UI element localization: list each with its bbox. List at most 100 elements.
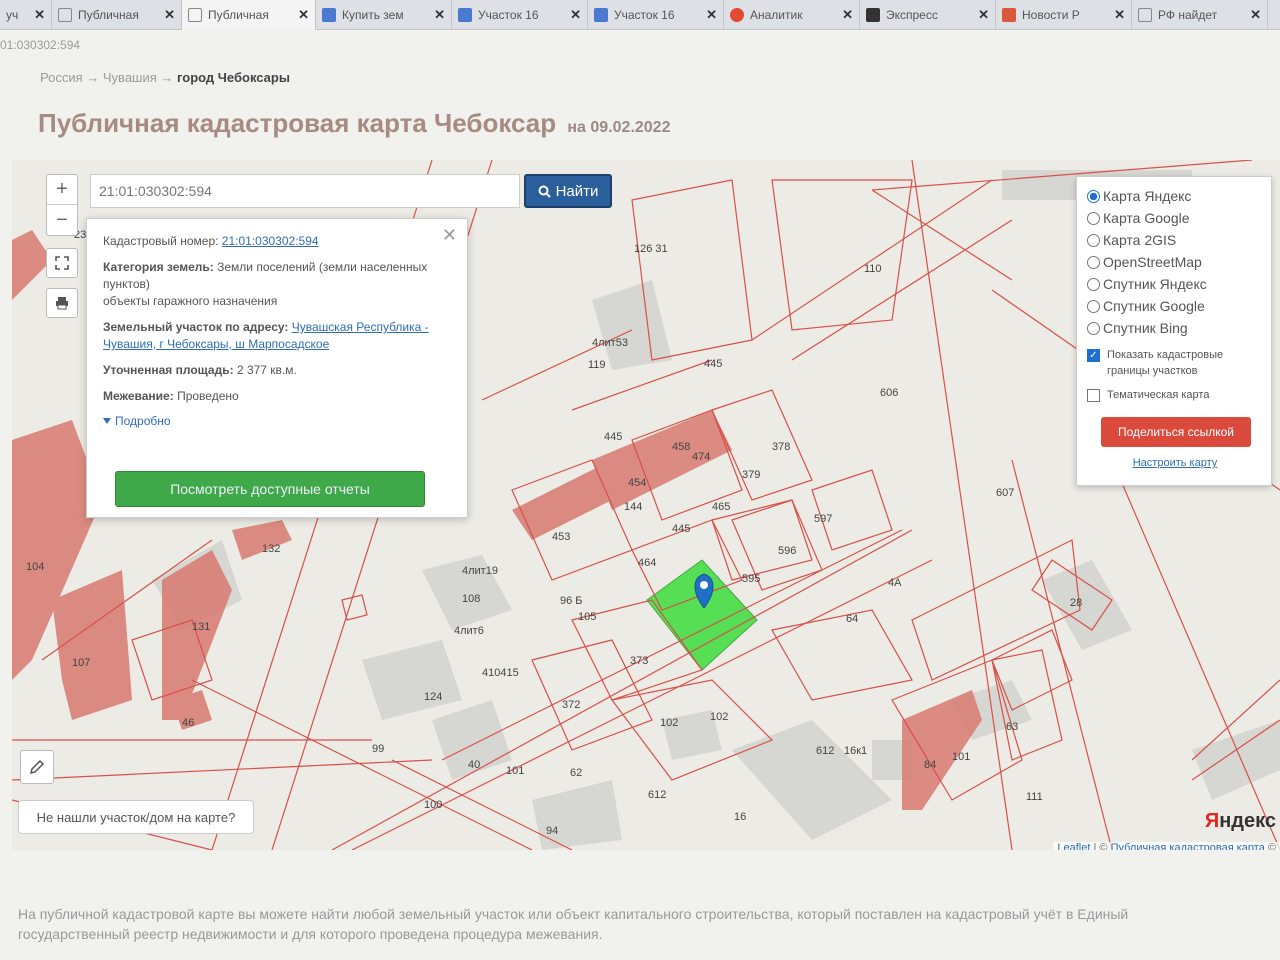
layer-option-google-map[interactable]: Карта Google — [1087, 207, 1263, 229]
layer-option-2gis-map[interactable]: Карта 2GIS — [1087, 229, 1263, 251]
map-label: 606 — [880, 387, 898, 399]
zoom-out-button[interactable]: − — [47, 205, 77, 235]
browser-tab[interactable]: Экспресс ✕ — [860, 0, 996, 30]
cadastral-number-link[interactable]: 21:01:030302:594 — [222, 234, 319, 248]
map-label: 465 — [712, 501, 730, 513]
breadcrumb: Россия → Чувашия → город Чебоксары — [40, 70, 290, 85]
map-label: 63 — [1006, 721, 1018, 733]
browser-tab[interactable]: Новости Р ✕ — [996, 0, 1132, 30]
print-button[interactable] — [46, 288, 78, 318]
map-label: 108 — [462, 593, 480, 605]
checkbox-icon[interactable] — [1087, 389, 1100, 402]
fullscreen-button[interactable] — [46, 248, 78, 278]
search-button[interactable]: Найти — [524, 174, 612, 208]
land-category-row: Категория земель: Земли поселений (земли… — [103, 259, 451, 310]
radio-icon[interactable] — [1087, 255, 1100, 269]
browser-tab[interactable]: Участок 16 ✕ — [588, 0, 724, 30]
tab-title: РФ найдет — [1158, 8, 1218, 22]
browser-tab[interactable]: Аналитик ✕ — [724, 0, 860, 30]
address-row: Земельный участок по адресу: Чувашская Р… — [103, 319, 451, 353]
layer-switcher-panel: Карта Яндекс Карта Google Карта 2GIS Ope… — [1076, 176, 1272, 486]
breadcrumb-country[interactable]: Россия — [40, 70, 83, 85]
map-label: 445 — [672, 523, 690, 535]
close-icon[interactable]: ✕ — [1250, 7, 1261, 23]
close-icon[interactable]: ✕ — [298, 7, 309, 23]
map-label: 84 — [924, 759, 936, 771]
site-favicon-icon — [730, 8, 744, 22]
layer-option-osm[interactable]: OpenStreetMap — [1087, 251, 1263, 273]
attribution-separator: | © — [1093, 842, 1108, 850]
map-label: 16 — [734, 811, 746, 823]
radio-icon[interactable] — [1087, 211, 1100, 225]
land-use-value: объекты гаражного назначения — [103, 294, 278, 308]
layer-option-bing-satellite[interactable]: Спутник Bing — [1087, 317, 1263, 339]
map-label: 16к1 — [844, 745, 867, 757]
cadastral-map[interactable]: 126 31 110 445 606 119 4лит53 445 458 47… — [12, 160, 1280, 850]
radio-icon[interactable] — [1087, 321, 1100, 335]
close-icon[interactable]: ✕ — [1114, 7, 1125, 23]
close-icon[interactable]: ✕ — [570, 7, 581, 23]
layer-option-yandex-map[interactable]: Карта Яндекс — [1087, 185, 1263, 207]
close-icon[interactable]: ✕ — [164, 7, 175, 23]
zoom-in-button[interactable]: + — [47, 175, 77, 205]
thematic-map-checkbox[interactable]: Тематическая карта — [1087, 387, 1263, 403]
breadcrumb-separator: → — [86, 70, 100, 85]
show-boundaries-checkbox[interactable]: ✓ Показать кадастровые границы участков — [1087, 347, 1263, 379]
browser-tab[interactable]: Купить зем ✕ — [316, 0, 452, 30]
survey-row: Межевание: Проведено — [103, 388, 451, 405]
yandex-logo-rest: ндекс — [1219, 810, 1276, 832]
map-label: 607 — [996, 487, 1014, 499]
map-label: 595 — [742, 573, 760, 585]
browser-tab[interactable]: уч ✕ — [0, 0, 52, 30]
checkbox-checked-icon[interactable]: ✓ — [1087, 349, 1100, 362]
map-label: 4лит6 — [454, 625, 484, 637]
radio-selected-icon[interactable] — [1087, 189, 1100, 203]
pencil-icon — [29, 759, 45, 775]
map-label: 373 — [630, 655, 648, 667]
map-label: 379 — [742, 469, 760, 481]
radio-icon[interactable] — [1087, 277, 1100, 291]
cadastral-number-row: Кадастровый номер: 21:01:030302:594 — [103, 233, 451, 250]
tab-title: Участок 16 — [478, 8, 539, 22]
parcel-info-popup: ✕ Кадастровый номер: 21:01:030302:594 Ка… — [86, 218, 468, 518]
url-fragment: 01:030302:594 — [0, 38, 81, 52]
thematic-map-label: Тематическая карта — [1107, 389, 1210, 401]
close-icon[interactable]: ✕ — [842, 7, 853, 23]
radio-icon[interactable] — [1087, 299, 1100, 313]
map-label: 99 — [372, 743, 384, 755]
leaflet-link[interactable]: Leaflet — [1057, 842, 1090, 850]
map-label: 445 — [704, 358, 722, 370]
browser-tab[interactable]: Участок 16 ✕ — [452, 0, 588, 30]
close-icon[interactable]: ✕ — [442, 225, 457, 246]
breadcrumb-region[interactable]: Чувашия — [103, 70, 157, 85]
view-reports-button[interactable]: Посмотреть доступные отчеты — [115, 471, 425, 507]
close-icon[interactable]: ✕ — [434, 7, 445, 23]
cadastral-search-input[interactable] — [90, 174, 520, 208]
area-label: Уточненная площадь: — [103, 363, 234, 377]
details-link[interactable]: Подробно — [103, 414, 451, 428]
map-label: 4А — [888, 577, 902, 589]
cadastral-map-link[interactable]: Публичная кадастровая карта — [1111, 842, 1265, 850]
document-icon — [188, 8, 202, 22]
map-label: 119 — [588, 359, 606, 371]
draw-tool-button[interactable] — [20, 750, 54, 784]
tab-title: Новости Р — [1022, 8, 1080, 22]
browser-tab[interactable]: РФ найдет ✕ — [1132, 0, 1268, 30]
search-icon — [538, 185, 551, 198]
share-link-button[interactable]: Поделиться ссылкой — [1101, 417, 1251, 447]
close-icon[interactable]: ✕ — [706, 7, 717, 23]
close-icon[interactable]: ✕ — [978, 7, 989, 23]
yandex-logo-first: Я — [1204, 810, 1220, 832]
configure-map-link[interactable]: Настроить карту — [1087, 457, 1263, 469]
browser-tab[interactable]: Публичная ✕ — [52, 0, 182, 30]
yandex-logo: Яндекс — [1205, 810, 1276, 833]
layer-option-google-satellite[interactable]: Спутник Google — [1087, 295, 1263, 317]
browser-tab-active[interactable]: Публичная ✕ — [182, 0, 316, 30]
not-found-on-map-button[interactable]: Не нашли участок/дом на карте? — [18, 800, 254, 834]
close-icon[interactable]: ✕ — [34, 7, 45, 23]
address-label: Земельный участок по адресу: — [103, 320, 289, 334]
attribution-tail: © — [1267, 842, 1276, 850]
radio-icon[interactable] — [1087, 233, 1100, 247]
zoom-controls: + − — [46, 174, 78, 236]
layer-option-yandex-satellite[interactable]: Спутник Яндекс — [1087, 273, 1263, 295]
